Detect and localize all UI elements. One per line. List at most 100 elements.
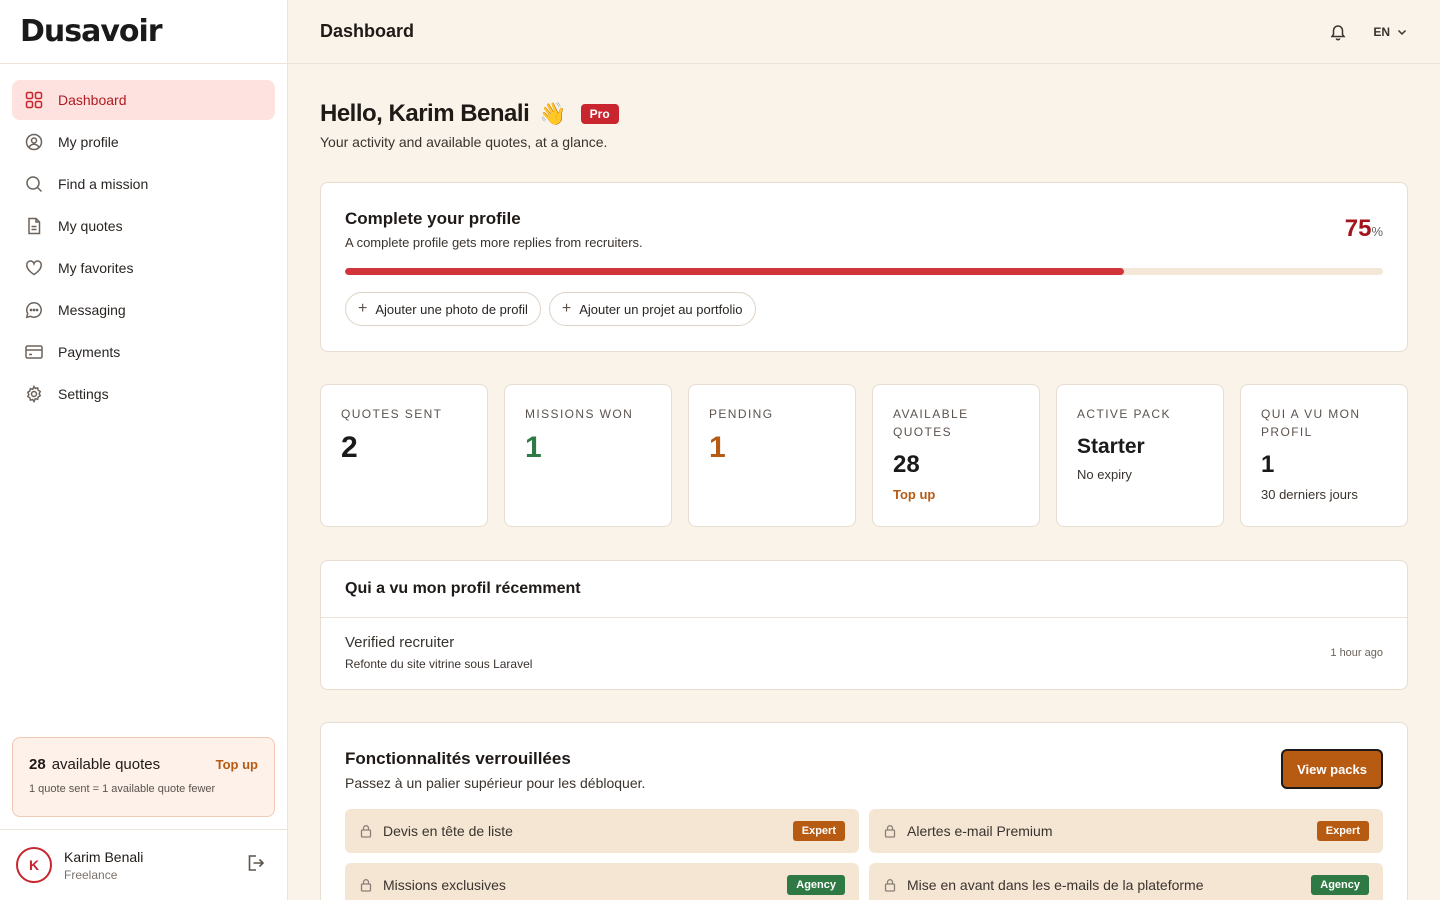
progress-bar bbox=[345, 268, 1383, 275]
top-header: Dashboard EN bbox=[288, 0, 1440, 64]
sidebar-item-label: Find a mission bbox=[58, 176, 149, 192]
avatar[interactable]: K bbox=[16, 847, 52, 883]
locked-feature-label: Missions exclusives bbox=[383, 877, 506, 893]
locked-features-card: Fonctionnalités verrouillées Passez à un… bbox=[320, 722, 1408, 900]
sidebar-item-my-favorites[interactable]: My favorites bbox=[12, 248, 275, 288]
profile-completion-percent: 75% bbox=[1345, 215, 1383, 243]
lock-icon bbox=[883, 824, 897, 838]
view-packs-button[interactable]: View packs bbox=[1281, 749, 1383, 789]
sidebar-item-settings[interactable]: Settings bbox=[12, 374, 275, 414]
sidebar-item-label: Payments bbox=[58, 344, 121, 360]
language-selector[interactable]: EN bbox=[1373, 25, 1408, 39]
greeting: Hello, Karim Benali 👋 Pro bbox=[320, 100, 1408, 128]
stat-extra: No expiry bbox=[1077, 467, 1132, 482]
stat-value: 1 bbox=[1261, 451, 1275, 478]
bell-icon[interactable] bbox=[1329, 23, 1347, 41]
locked-feature-item: Missions exclusives Agency bbox=[345, 863, 859, 900]
quota-card: 28 available quotes Top up 1 quote sent =… bbox=[12, 737, 275, 817]
stat-label: QUI A VU MON PROFIL bbox=[1261, 407, 1361, 439]
plan-badge: Pro bbox=[580, 104, 619, 124]
heart-icon bbox=[24, 258, 44, 278]
greeting-title: Hello, Karim Benali bbox=[320, 100, 530, 127]
waving-hand-icon: 👋 bbox=[539, 101, 567, 126]
user-role: Freelance bbox=[64, 867, 118, 882]
sidebar-item-label: Dashboard bbox=[58, 92, 127, 108]
list-item[interactable]: Verified recruiter Refonte du site vitri… bbox=[321, 618, 1407, 671]
sidebar-item-label: Settings bbox=[58, 386, 109, 402]
viewer-time: 1 hour ago bbox=[1330, 646, 1383, 659]
logout-icon[interactable] bbox=[245, 853, 265, 878]
stat-topup-link[interactable]: Top up bbox=[893, 487, 1019, 502]
quota-topup-link[interactable]: Top up bbox=[216, 757, 258, 772]
add-portfolio-project-button[interactable]: + Ajouter un projet au portfolio bbox=[548, 292, 756, 326]
stat-value: 1 bbox=[709, 431, 726, 464]
sidebar-nav: Dashboard My profile Find a mission My q… bbox=[0, 64, 287, 432]
lock-icon bbox=[359, 878, 373, 892]
profile-completion-title: Complete your profile bbox=[345, 209, 521, 228]
chip-label: Ajouter une photo de profil bbox=[375, 301, 528, 317]
user-name: Karim Benali bbox=[64, 848, 144, 865]
sidebar-item-label: My profile bbox=[58, 134, 119, 150]
chat-icon bbox=[24, 300, 44, 320]
quota-summary: 28 available quotes bbox=[29, 756, 160, 773]
sidebar-item-label: Messaging bbox=[58, 302, 126, 318]
plus-icon: + bbox=[358, 300, 368, 317]
locked-feature-label: Mise en avant dans les e-mails de la pla… bbox=[907, 877, 1204, 893]
sidebar-item-my-quotes[interactable]: My quotes bbox=[12, 206, 275, 246]
stat-quotes-sent: QUOTES SENT 2 bbox=[320, 384, 488, 527]
stat-value: 1 bbox=[525, 431, 542, 464]
greeting-subtitle: Your activity and available quotes, at a… bbox=[320, 134, 608, 150]
stat-label: MISSIONS WON bbox=[525, 407, 634, 421]
sidebar-item-find-mission[interactable]: Find a mission bbox=[12, 164, 275, 204]
stats-row: QUOTES SENT 2 MISSIONS WON 1 PENDING 1 A… bbox=[320, 384, 1408, 527]
stat-available-quotes: AVAILABLE QUOTES 28 Top up bbox=[872, 384, 1040, 527]
stat-label: ACTIVE PACK bbox=[1077, 407, 1171, 421]
quota-note: 1 quote sent = 1 available quote fewer bbox=[29, 783, 216, 795]
stat-active-pack: ACTIVE PACK Starter No expiry bbox=[1056, 384, 1224, 527]
tier-badge: Expert bbox=[1316, 821, 1369, 841]
tier-badge: Agency bbox=[787, 875, 845, 895]
stat-extra: 30 derniers jours bbox=[1261, 487, 1358, 502]
card-icon bbox=[24, 342, 44, 362]
chevron-down-icon bbox=[1396, 26, 1408, 38]
viewer-project: Refonte du site vitrine sous Laravel bbox=[345, 657, 533, 671]
percent-value: 75 bbox=[1344, 215, 1372, 242]
user-circle-icon bbox=[24, 132, 44, 152]
page-title: Dashboard bbox=[320, 21, 415, 41]
stat-label: AVAILABLE QUOTES bbox=[893, 407, 969, 439]
sidebar-item-dashboard[interactable]: Dashboard bbox=[12, 80, 275, 120]
stat-value: Starter bbox=[1077, 435, 1145, 458]
add-profile-photo-button[interactable]: + Ajouter une photo de profil bbox=[345, 292, 541, 326]
quota-count: 28 bbox=[29, 756, 46, 773]
stat-pending: PENDING 1 bbox=[688, 384, 856, 527]
quota-label: available quotes bbox=[51, 756, 161, 773]
viewer-name: Verified recruiter bbox=[345, 634, 455, 651]
profile-completion-subtitle: A complete profile gets more replies fro… bbox=[345, 235, 643, 250]
locked-feature-item: Alertes e-mail Premium Expert bbox=[869, 809, 1383, 853]
profile-completion-card: Complete your profile A complete profile… bbox=[320, 182, 1408, 352]
user-box: K Karim Benali Freelance bbox=[0, 829, 287, 900]
sidebar-item-my-profile[interactable]: My profile bbox=[12, 122, 275, 162]
sidebar-item-label: My quotes bbox=[58, 218, 123, 234]
percent-sign: % bbox=[1371, 224, 1383, 239]
profile-viewers-card: Qui a vu mon profil récemment Verified r… bbox=[320, 560, 1408, 690]
document-icon bbox=[24, 216, 44, 236]
sidebar-item-payments[interactable]: Payments bbox=[12, 332, 275, 372]
locked-feature-item: Mise en avant dans les e-mails de la pla… bbox=[869, 863, 1383, 900]
lock-icon bbox=[883, 878, 897, 892]
main-content: Hello, Karim Benali 👋 Pro Your activity … bbox=[320, 64, 1408, 900]
language-code: EN bbox=[1373, 24, 1390, 39]
logo[interactable]: Dusavoir bbox=[0, 0, 287, 64]
locked-feature-item: Devis en tête de liste Expert bbox=[345, 809, 859, 853]
progress-fill bbox=[345, 268, 1124, 275]
stat-profile-views: QUI A VU MON PROFIL 1 30 derniers jours bbox=[1240, 384, 1408, 527]
chip-label: Ajouter un projet au portfolio bbox=[579, 301, 743, 317]
search-icon bbox=[24, 174, 44, 194]
profile-viewers-title: Qui a vu mon profil récemment bbox=[321, 561, 1407, 618]
sidebar-item-messaging[interactable]: Messaging bbox=[12, 290, 275, 330]
tier-badge: Agency bbox=[1311, 875, 1369, 895]
stat-label: QUOTES SENT bbox=[341, 407, 443, 421]
grid-icon bbox=[24, 90, 44, 110]
locked-feature-label: Alertes e-mail Premium bbox=[907, 823, 1053, 839]
locked-features-title: Fonctionnalités verrouillées bbox=[345, 749, 571, 768]
